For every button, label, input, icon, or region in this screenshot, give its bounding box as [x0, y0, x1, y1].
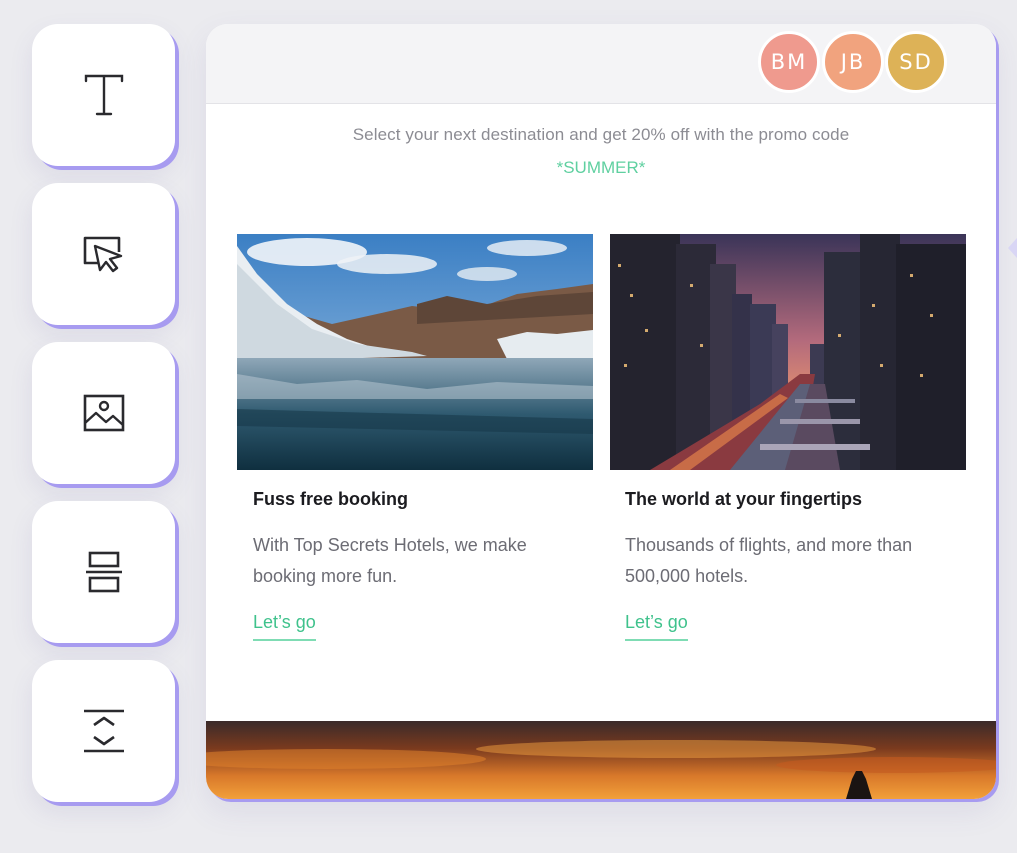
avatar[interactable]: SD	[885, 31, 947, 93]
promo-code: *SUMMER*	[556, 158, 646, 177]
button-tool-button[interactable]	[32, 183, 175, 325]
panel-toggle-caret-icon[interactable]	[1008, 238, 1017, 258]
button-cursor-icon	[83, 236, 122, 273]
avatar-initials: BM	[770, 50, 808, 74]
column-description: With Top Secrets Hotels, we make booking…	[253, 535, 527, 586]
avatar[interactable]: BM	[758, 31, 820, 93]
email-editor: BM JB SD Select your next destination an…	[0, 0, 1017, 853]
lets-go-link[interactable]: Let’s go	[253, 612, 316, 641]
stacked-layout-icon	[85, 551, 122, 593]
layout-tool-button[interactable]	[32, 501, 175, 643]
avatar-initials: JB	[840, 50, 866, 74]
promo-text: Select your next destination and get 20%…	[352, 125, 850, 144]
text-icon	[84, 74, 123, 116]
image-tool-button[interactable]	[32, 342, 175, 484]
sunset-banner-photo[interactable]	[206, 721, 996, 799]
avatar-initials: SD	[899, 50, 933, 74]
lets-go-link[interactable]: Let’s go	[625, 612, 688, 641]
spacer-icon	[83, 709, 124, 753]
column-title: The world at your fingertips	[625, 489, 863, 509]
column-title: Fuss free booking	[253, 489, 409, 509]
spacer-tool-button[interactable]	[32, 660, 175, 802]
city-river-night-photo[interactable]	[610, 234, 966, 470]
avatar[interactable]: JB	[822, 31, 884, 93]
glacier-lake-photo[interactable]	[237, 234, 593, 470]
column-description: Thousands of flights, and more than 500,…	[625, 535, 913, 586]
canvas-header: BM JB SD	[206, 24, 996, 104]
text-tool-button[interactable]	[32, 24, 175, 166]
email-canvas: BM JB SD Select your next destination an…	[206, 24, 996, 799]
image-icon	[83, 394, 124, 432]
